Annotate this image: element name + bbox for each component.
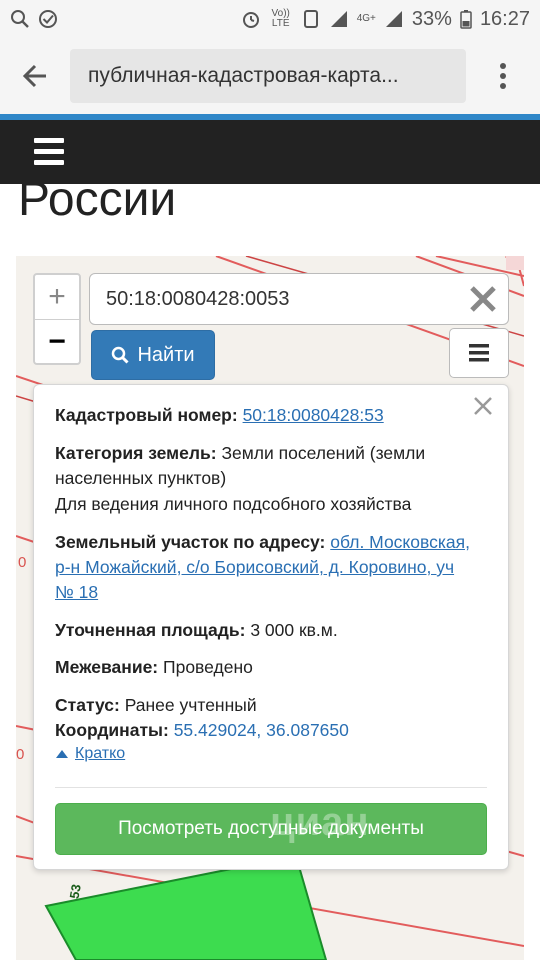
survey-value: Проведено [163,657,253,677]
brief-toggle[interactable]: Кратко [55,745,125,763]
address-link-1[interactable]: обл. Московская, [330,532,470,552]
map-edge-mark-1: 0 [18,554,27,571]
search-icon [11,10,29,28]
status-label: Статус: [55,695,120,715]
signal-icon [330,11,347,27]
hamburger-menu-icon[interactable] [34,138,64,166]
status-row: Статус: Ранее учтенный [55,693,257,718]
browser-menu-button[interactable] [466,38,540,114]
status-bar: Vo)) LTE 4G+ 33% 16:27 [0,0,540,38]
find-button[interactable]: Найти [91,330,215,380]
area-label: Уточненная площадь: [55,620,246,640]
land-category-value-1: Земли поселений (земли [221,443,426,463]
land-category-value-2: населенных пунктов) [55,468,227,488]
find-button-label: Найти [137,343,195,366]
parcel-number-label: 53 [66,883,84,900]
clock: 16:27 [479,7,530,30]
close-icon[interactable] [472,395,494,417]
sim-icon [303,10,318,28]
zoom-in-button[interactable]: + [35,275,79,319]
cadastral-number-row: Кадастровый номер: 50:18:0080428:53 [55,403,384,428]
address-link-2[interactable]: р-н Можайский, с/о Борисовский, д. Коров… [55,557,454,577]
cadastral-search-input[interactable]: 50:18:0080428:0053 [89,273,509,325]
back-arrow-icon [22,64,46,88]
area-value: 3 000 кв.м. [250,620,338,640]
url-bar[interactable]: публичная-кадастровая-карта... [70,49,466,103]
map-edge-mark-2: 0 [16,746,25,763]
coordinates-value[interactable]: 55.429024, 36.087650 [174,720,349,740]
survey-label: Межевание: [55,657,159,677]
cadastral-number-link[interactable]: 50:18:0080428:53 [243,405,384,425]
coordinates-label: Координаты: [55,720,169,740]
parcel-info-popup: Кадастровый номер: 50:18:0080428:53 Кате… [33,384,509,870]
popup-divider [55,787,487,788]
clear-search-icon[interactable] [468,284,498,314]
check-circle-icon [39,10,57,28]
coordinates-row: Координаты: 55.429024, 36.087650 [55,718,349,743]
search-input-value: 50:18:0080428:0053 [106,287,290,310]
volte-indicator: Vo)) LTE [271,8,290,29]
list-icon [469,344,489,362]
area-row: Уточненная площадь: 3 000 кв.м. [55,618,338,643]
cadastral-number-label: Кадастровый номер: [55,405,238,425]
address-label: Земельный участок по адресу: [55,532,326,552]
battery-percent: 33% [411,7,452,30]
land-category-label: Категория земель: [55,443,217,463]
back-button[interactable] [0,38,70,114]
site-navbar [0,120,540,184]
signal-icon-2 [385,11,402,27]
zoom-control: + − [33,273,81,365]
triangle-up-icon [56,750,68,758]
watermark-logo: циан [270,800,370,844]
address-link-3[interactable]: № 18 [55,582,98,602]
land-usage: Для ведения личного подсобного хозяйства [55,494,412,514]
network-type: 4G+ [356,13,376,24]
browser-toolbar: публичная-кадастровая-карта... [0,38,540,114]
alarm-icon [242,12,259,28]
status-value: Ранее учтенный [124,695,257,715]
layers-menu-button[interactable] [449,328,509,378]
survey-row: Межевание: Проведено [55,655,253,680]
battery-icon [460,10,472,29]
search-icon [112,346,130,364]
brief-toggle-label: Кратко [75,745,126,762]
zoom-out-button[interactable]: − [35,319,79,363]
address-row: Земельный участок по адресу: обл. Москов… [55,530,470,555]
more-vert-icon [500,63,506,89]
land-category-row: Категория земель: Земли поселений (земли [55,441,425,466]
